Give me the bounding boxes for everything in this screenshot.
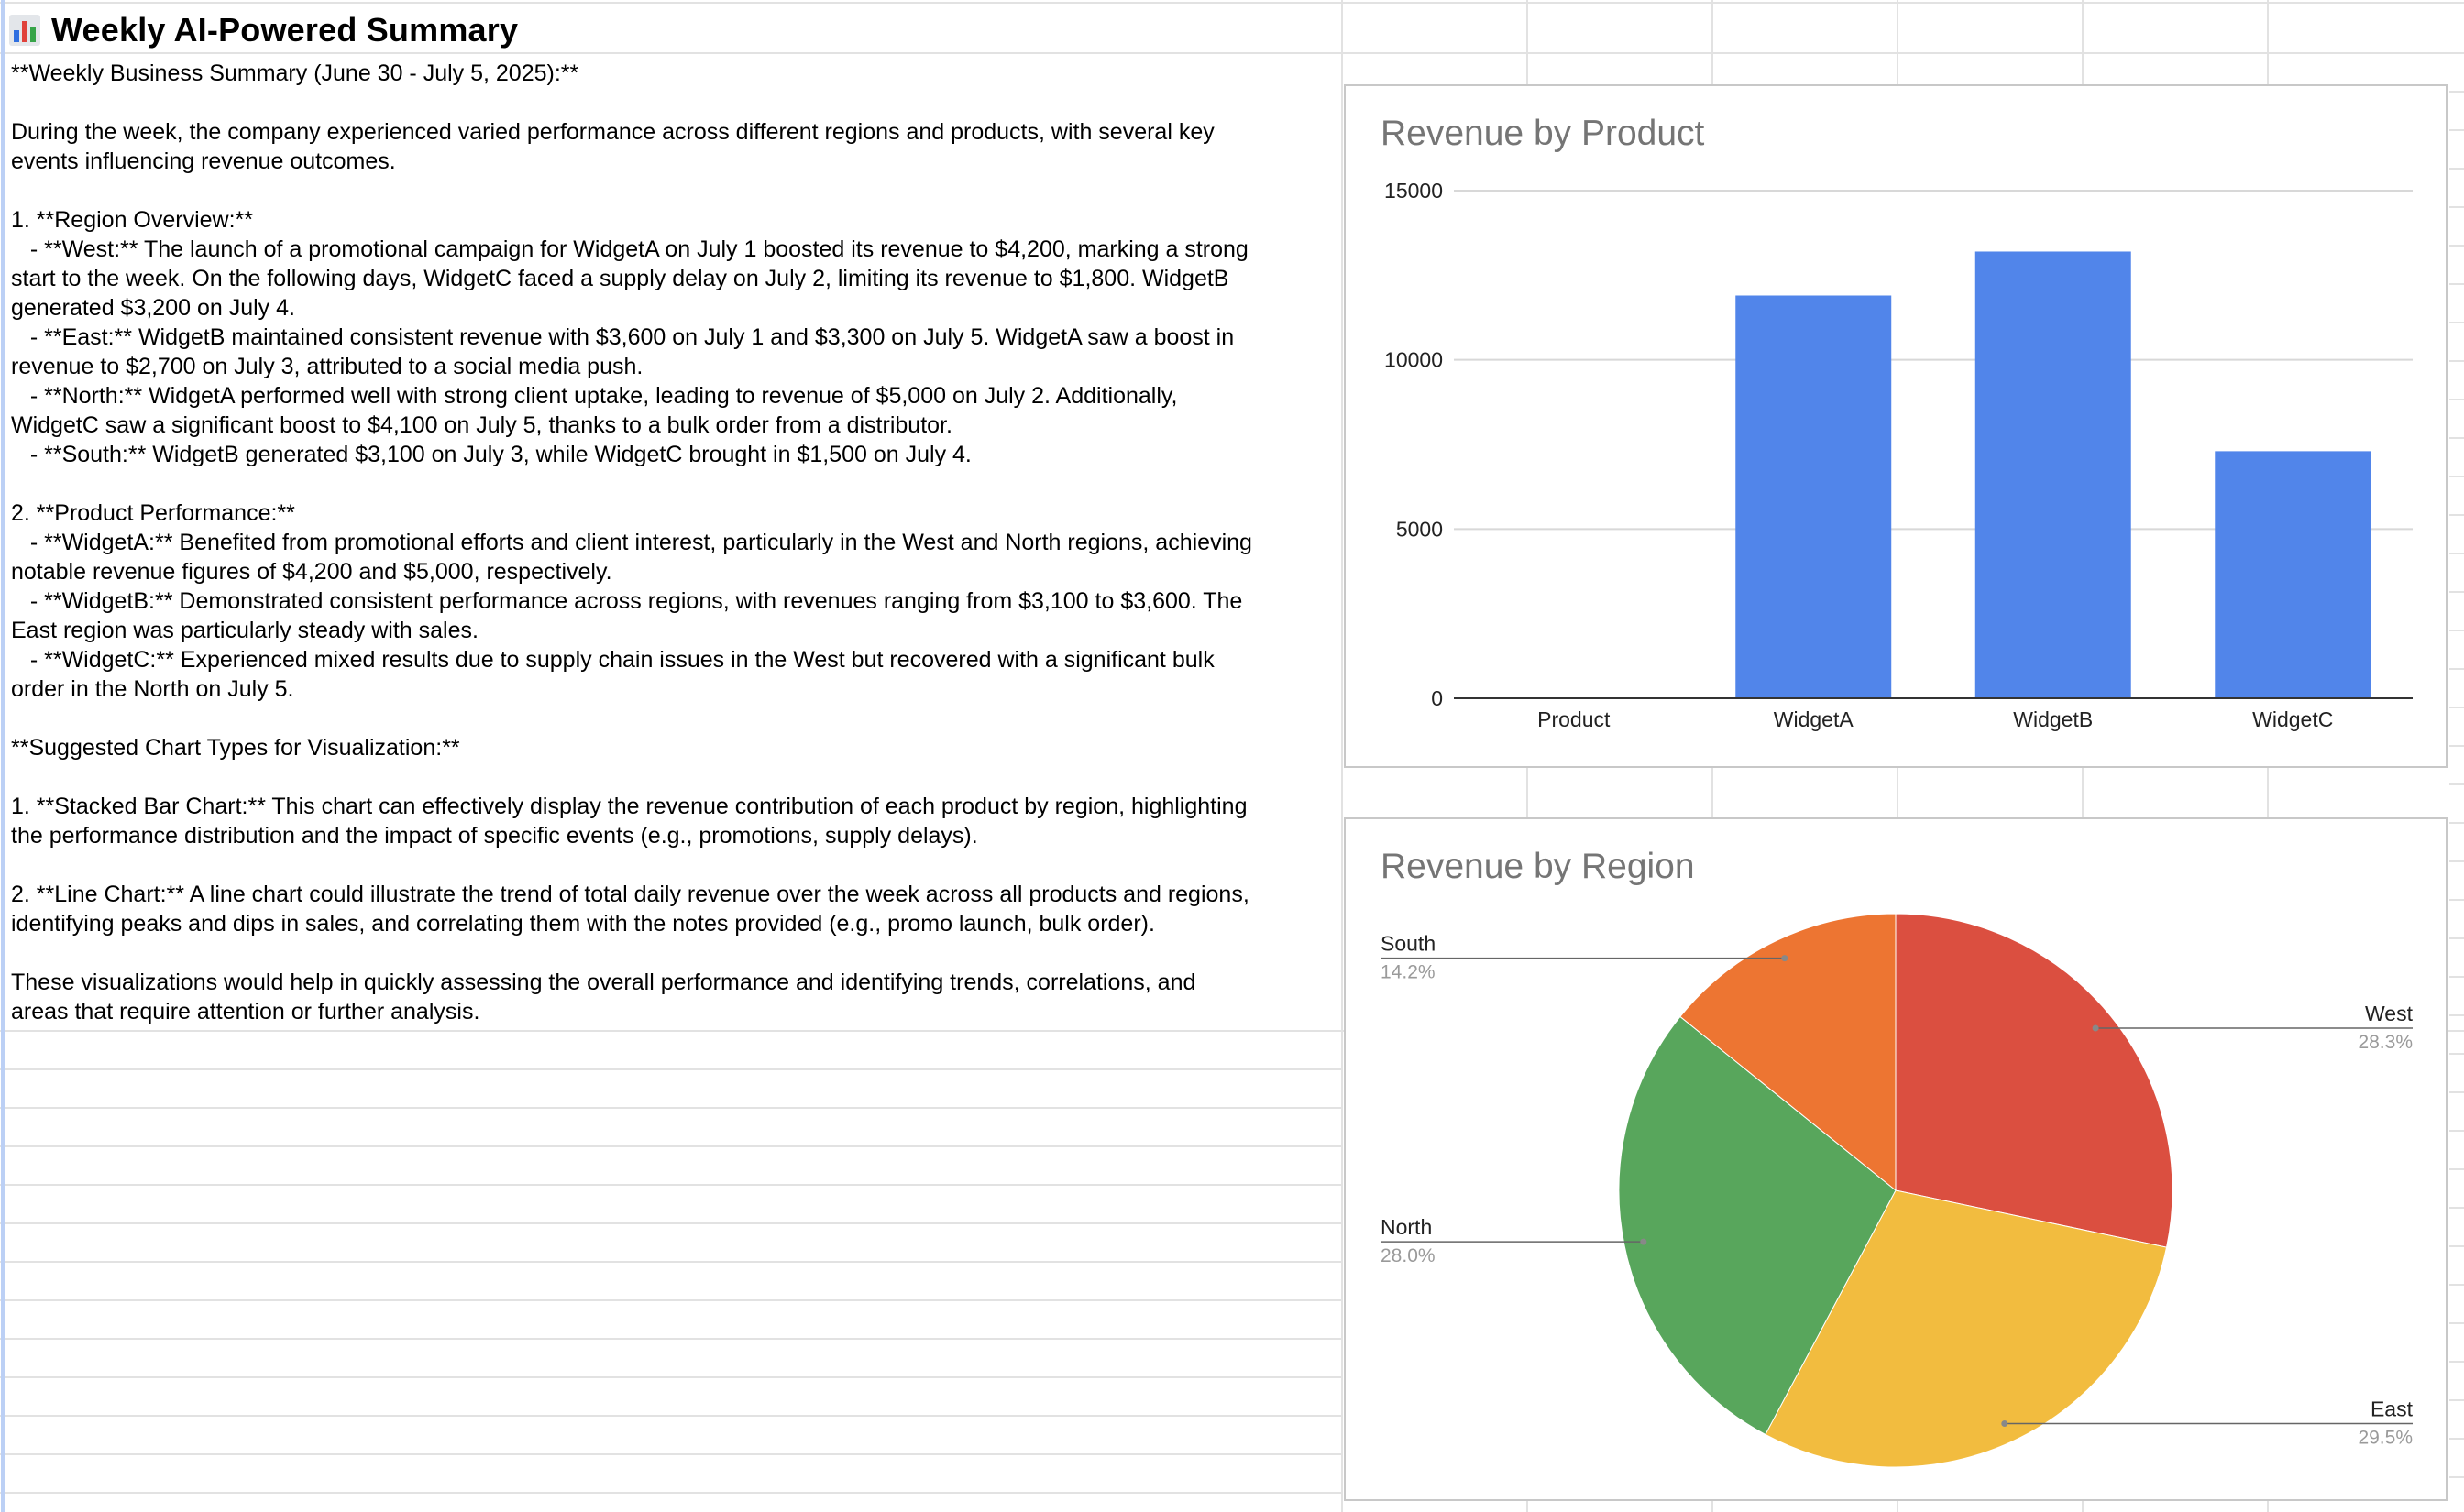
summary-line: 1. **Region Overview:** bbox=[11, 207, 254, 233]
slice-percent-label: 14.2% bbox=[1380, 962, 1436, 983]
x-tick-label: Product bbox=[1537, 707, 1611, 731]
y-tick-label: 15000 bbox=[1384, 179, 1443, 203]
summary-line: WidgetC saw a significant boost to $4,10… bbox=[11, 412, 952, 438]
bar-chart-plot: 0 5000 10000 15000 Product WidgetA WidgetB Widg… bbox=[1384, 179, 2413, 731]
summary-line: events influencing revenue outcomes. bbox=[11, 148, 396, 174]
summary-line: - **South:** WidgetB generated $3,100 on… bbox=[11, 442, 972, 467]
revenue-by-product-chart[interactable]: Revenue by Product 0 5000 10000 15000 Produc… bbox=[1344, 84, 2448, 768]
bar[interactable] bbox=[1735, 295, 1892, 698]
slice-label: West bbox=[2365, 1002, 2414, 1025]
summary-line: generated $3,200 on July 4. bbox=[11, 295, 295, 321]
summary-line: - **East:** WidgetB maintained consisten… bbox=[11, 324, 1235, 350]
leader-dot bbox=[1640, 1238, 1647, 1245]
page-title: Weekly AI-Powered Summary bbox=[51, 11, 519, 49]
slice-percent-label: 29.5% bbox=[2358, 1428, 2413, 1449]
summary-line: These visualizations would help in quick… bbox=[11, 970, 1196, 995]
y-tick-label: 10000 bbox=[1384, 348, 1443, 372]
leader-dot bbox=[2092, 1024, 2099, 1032]
summary-line: order in the North on July 5. bbox=[11, 676, 294, 702]
summary-line: notable revenue figures of $4,200 and $5… bbox=[11, 559, 612, 585]
summary-line: **Suggested Chart Types for Visualizatio… bbox=[11, 735, 460, 761]
pie-label-group: West 28.3% bbox=[2092, 1002, 2414, 1053]
pie-chart-plot: West 28.3% East 29.5% North 28.0% South 14.2% bbox=[1380, 913, 2414, 1468]
y-tick-label: 0 bbox=[1431, 686, 1443, 710]
bar[interactable] bbox=[2215, 451, 2371, 698]
summary-line: start to the week. On the following days… bbox=[11, 266, 1229, 291]
summary-line: - **WidgetB:** Demonstrated consistent p… bbox=[11, 588, 1243, 614]
summary-line: areas that require attention or further … bbox=[11, 999, 480, 1024]
summary-line: the performance distribution and the imp… bbox=[11, 823, 978, 849]
summary-line: **Weekly Business Summary (June 30 - Jul… bbox=[11, 60, 579, 86]
slice-label: North bbox=[1380, 1215, 1432, 1239]
summary-text-cell[interactable]: **Weekly Business Summary (June 30 - Jul… bbox=[11, 59, 1340, 1026]
summary-line: - **West:** The launch of a promotional … bbox=[11, 236, 1248, 262]
summary-line: - **North:** WidgetA performed well with… bbox=[11, 383, 1178, 409]
summary-line: 1. **Stacked Bar Chart:** This chart can… bbox=[11, 794, 1248, 819]
summary-line: East region was particularly steady with… bbox=[11, 618, 478, 643]
summary-line: During the week, the company experienced… bbox=[11, 119, 1215, 145]
x-tick-label: WidgetB bbox=[2013, 707, 2093, 731]
x-tick-label: WidgetA bbox=[1774, 707, 1854, 731]
title-row: Weekly AI-Powered Summary bbox=[9, 7, 518, 53]
slice-label: East bbox=[2370, 1397, 2414, 1421]
summary-line: identifying peaks and dips in sales, and… bbox=[11, 911, 1155, 937]
leader-dot bbox=[1781, 955, 1788, 962]
summary-line: - **WidgetC:** Experienced mixed results… bbox=[11, 647, 1215, 673]
slice-percent-label: 28.3% bbox=[2358, 1032, 2413, 1053]
summary-line: - **WidgetA:** Benefited from promotiona… bbox=[11, 530, 1252, 555]
slice-percent-label: 28.0% bbox=[1380, 1245, 1436, 1266]
summary-line: 2. **Line Chart:** A line chart could il… bbox=[11, 882, 1249, 907]
pie-label-group: North 28.0% bbox=[1380, 1215, 1647, 1266]
y-tick-label: 5000 bbox=[1396, 517, 1443, 541]
leader-dot bbox=[2001, 1420, 2008, 1428]
bar[interactable] bbox=[1974, 251, 2131, 698]
revenue-by-region-chart[interactable]: Revenue by Region West 28.3% East 29.5% Nort… bbox=[1344, 817, 2448, 1501]
summary-line: revenue to $2,700 on July 3, attributed … bbox=[11, 354, 644, 379]
summary-line: 2. **Product Performance:** bbox=[11, 500, 295, 526]
slice-label: South bbox=[1380, 932, 1436, 956]
x-tick-label: WidgetC bbox=[2252, 707, 2333, 731]
bar-chart-icon bbox=[9, 15, 40, 46]
pie-slice[interactable] bbox=[1895, 913, 2173, 1248]
